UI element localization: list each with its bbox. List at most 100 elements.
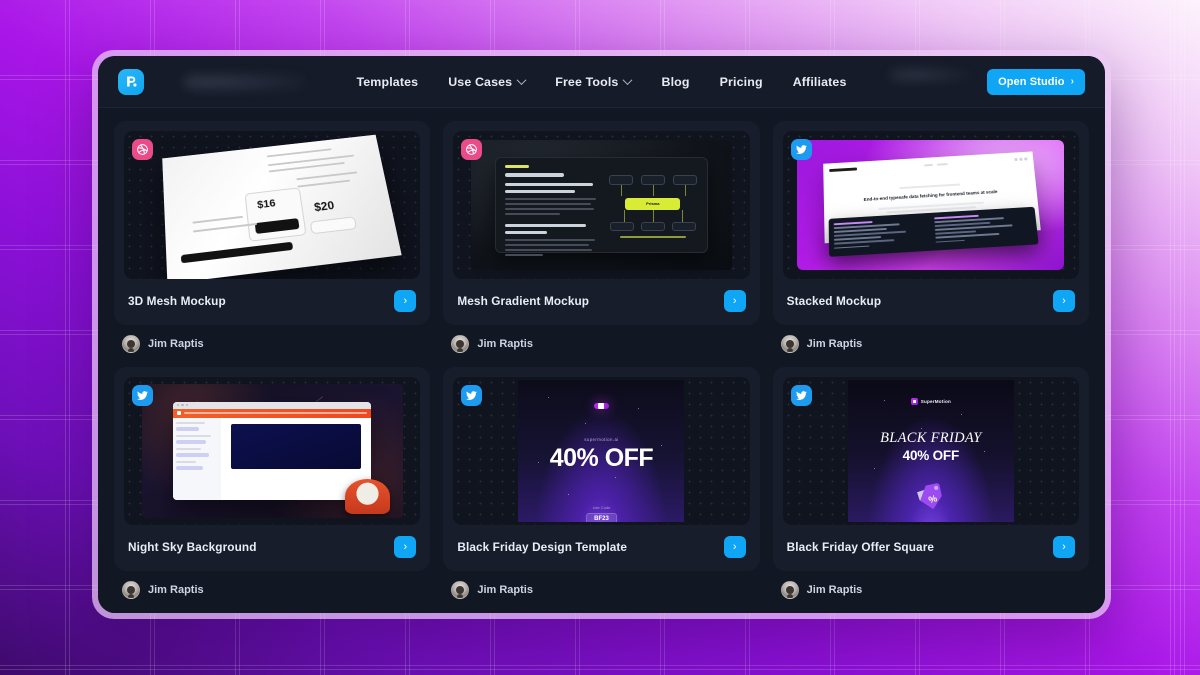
card-author[interactable]: Jim Raptis: [114, 325, 430, 353]
template-thumbnail: End-to-end typesafe data fetching for fr…: [782, 131, 1079, 279]
nav-item-use-cases[interactable]: Use Cases: [448, 75, 527, 89]
brand-mark-icon: [593, 403, 609, 410]
use-code-label: Use Code: [592, 504, 611, 510]
author-name: Jim Raptis: [806, 338, 863, 350]
browser-window-content: Templates Use Cases Free Tools Blog Pric…: [98, 56, 1105, 613]
nav-item-templates-label: Templates: [356, 74, 419, 89]
card-open-button[interactable]: ›: [1053, 290, 1075, 312]
chevron-down-icon: [516, 75, 527, 86]
card-open-button[interactable]: ›: [723, 290, 746, 312]
avatar: [780, 581, 799, 599]
screenshot-stage: Templates Use Cases Free Tools Blog Pric…: [0, 0, 1200, 675]
card-author[interactable]: Jim Raptis: [773, 571, 1089, 599]
nav-item-affiliates[interactable]: Affiliates: [793, 75, 847, 89]
artwork-3d-mesh-mockup: $16 $20: [124, 131, 420, 279]
mascot-icon: [345, 478, 390, 514]
app-logo-icon[interactable]: [118, 68, 144, 95]
card-footer: Stacked Mockup ›: [783, 279, 1079, 315]
dribbble-icon: [132, 139, 153, 160]
card-title: Black Friday Offer Square: [786, 540, 935, 554]
offer-headline: 40% OFF: [549, 444, 654, 473]
nav-item-affiliates-label: Affiliates: [792, 74, 847, 89]
offer-subtitle: 40% OFF: [902, 448, 960, 464]
card-author[interactable]: Jim Raptis: [443, 325, 759, 353]
template-card[interactable]: SuperMotion BLACK FRIDAY 40% OFF % Black…: [772, 367, 1089, 571]
chevron-right-icon: ›: [1070, 76, 1074, 87]
template-grid: $16 $20 3D Mesh Mockup › Jim Raptis Pris…: [114, 121, 1089, 599]
open-studio-label: Open Studio: [998, 75, 1065, 88]
avatar: [451, 335, 470, 353]
card-open-button[interactable]: ›: [1053, 536, 1075, 558]
nav-item-pricing-label: Pricing: [719, 74, 763, 89]
card-open-button[interactable]: ›: [394, 290, 417, 312]
offer-title: BLACK FRIDAY: [880, 430, 982, 447]
template-card[interactable]: supermotion.ai 40% OFF Use Code BF23 Bla…: [443, 367, 760, 571]
twitter-icon: [790, 139, 812, 160]
discount-tag-icon: %: [916, 482, 942, 509]
template-card-wrapper: supermotion.ai 40% OFF Use Code BF23 Bla…: [443, 367, 760, 599]
author-name: Jim Raptis: [806, 584, 863, 596]
stacked-headline: End-to-end typesafe data fetching for fr…: [863, 188, 998, 202]
logo-glyph: [126, 76, 136, 87]
twitter-bird-glyph: [466, 391, 478, 400]
twitter-icon: [790, 385, 812, 406]
nav-item-free-tools[interactable]: Free Tools: [555, 75, 633, 89]
twitter-icon: [461, 385, 483, 406]
twitter-bird-glyph: [137, 391, 148, 400]
template-card-wrapper: SuperMotion BLACK FRIDAY 40% OFF % Black…: [772, 367, 1089, 599]
card-author[interactable]: Jim Raptis: [773, 325, 1089, 353]
card-open-button[interactable]: ›: [723, 536, 746, 558]
card-footer: Mesh Gradient Mockup ›: [453, 279, 749, 315]
author-name: Jim Raptis: [148, 338, 204, 350]
template-thumbnail: SuperMotion BLACK FRIDAY 40% OFF %: [782, 377, 1079, 525]
dribbble-glyph: [466, 144, 478, 155]
card-title: Night Sky Background: [128, 540, 257, 554]
avatar: [122, 581, 140, 599]
template-card-wrapper: Prisma Mesh Gradient Mockup › Jim Raptis: [443, 121, 760, 353]
artwork-black-friday-offer-square: SuperMotion BLACK FRIDAY 40% OFF %: [783, 377, 1079, 525]
avatar: [780, 335, 799, 353]
card-title: Stacked Mockup: [786, 294, 882, 308]
template-card[interactable]: $16 $20 3D Mesh Mockup ›: [114, 121, 431, 325]
blurred-placeholder-right: [890, 66, 975, 83]
template-card[interactable]: End-to-end typesafe data fetching for fr…: [772, 121, 1089, 325]
top-navigation-bar: Templates Use Cases Free Tools Blog Pric…: [98, 56, 1105, 108]
card-title: 3D Mesh Mockup: [128, 294, 226, 308]
template-card-wrapper: End-to-end typesafe data fetching for fr…: [772, 121, 1089, 353]
template-thumbnail: $16 $20: [124, 131, 421, 279]
card-title: Mesh Gradient Mockup: [457, 294, 590, 308]
template-card[interactable]: Night Sky Background ›: [114, 367, 431, 571]
card-author[interactable]: Jim Raptis: [443, 571, 759, 599]
brand-name: supermotion.ai: [584, 437, 619, 443]
template-thumbnail: supermotion.ai 40% OFF Use Code BF23: [453, 377, 750, 525]
avatar: [451, 581, 470, 599]
nav-item-pricing[interactable]: Pricing: [720, 75, 763, 89]
nav-item-templates[interactable]: Templates: [356, 75, 418, 89]
dribbble-icon: [461, 139, 483, 160]
brand-mark-icon: [910, 398, 918, 406]
open-studio-button[interactable]: Open Studio ›: [987, 68, 1085, 95]
artwork-black-friday-design-template: supermotion.ai 40% OFF Use Code BF23: [453, 377, 749, 525]
browser-window-frame: Templates Use Cases Free Tools Blog Pric…: [92, 50, 1111, 619]
card-footer: Night Sky Background ›: [124, 525, 420, 561]
twitter-icon: [132, 385, 153, 406]
template-gallery[interactable]: $16 $20 3D Mesh Mockup › Jim Raptis Pris…: [98, 109, 1105, 613]
nav-item-blog[interactable]: Blog: [661, 75, 689, 89]
promo-code: BF23: [586, 512, 617, 523]
author-name: Jim Raptis: [477, 338, 533, 350]
template-card-wrapper: $16 $20 3D Mesh Mockup › Jim Raptis: [114, 121, 431, 353]
card-author[interactable]: Jim Raptis: [114, 571, 430, 599]
template-thumbnail: [124, 377, 421, 525]
dribbble-glyph: [137, 144, 148, 155]
card-open-button[interactable]: ›: [394, 536, 417, 558]
template-card-wrapper: Night Sky Background › Jim Raptis: [114, 367, 431, 599]
author-name: Jim Raptis: [477, 584, 533, 596]
card-footer: Black Friday Design Template ›: [453, 525, 749, 561]
brand-name: SuperMotion: [920, 399, 951, 405]
template-thumbnail: Prisma: [453, 131, 750, 279]
artwork-mesh-gradient-mockup: Prisma: [453, 131, 749, 279]
twitter-bird-glyph: [795, 145, 807, 154]
author-name: Jim Raptis: [148, 584, 204, 596]
template-card[interactable]: Prisma Mesh Gradient Mockup ›: [443, 121, 760, 325]
artwork-night-sky-background: [124, 377, 420, 525]
